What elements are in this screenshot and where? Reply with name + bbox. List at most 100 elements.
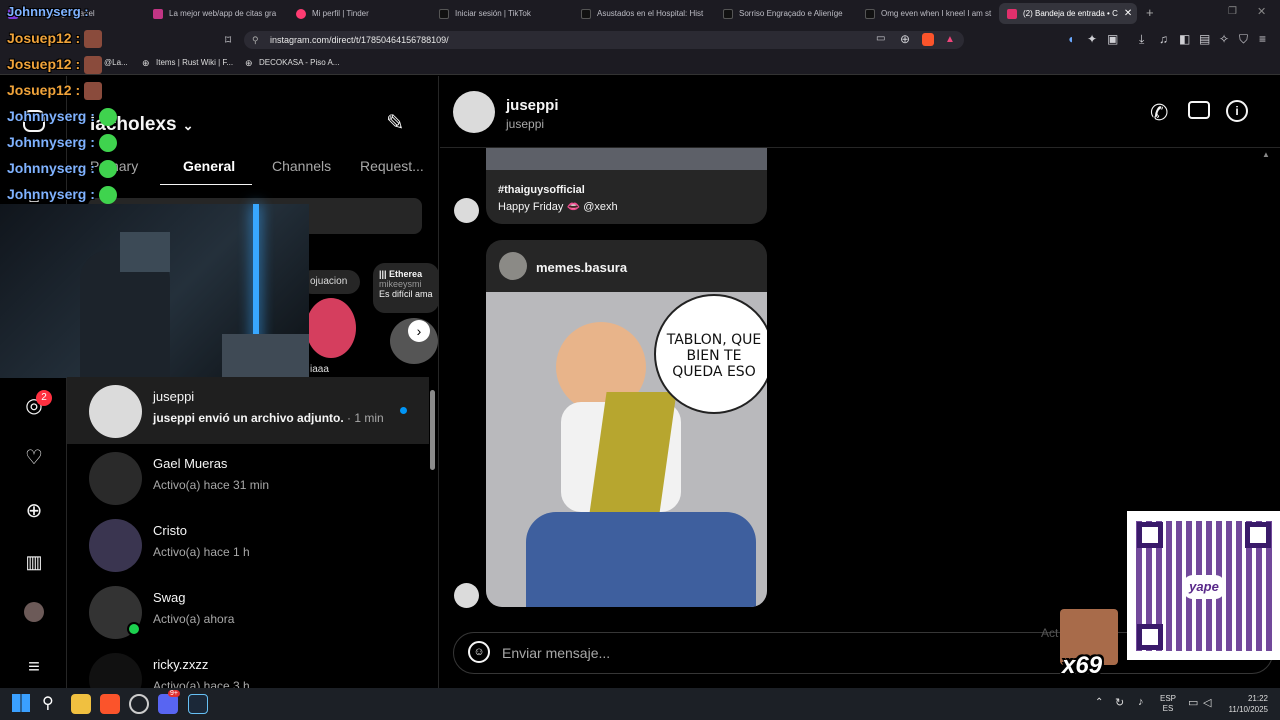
note-bubble[interactable]: ||| Etherea mikeeysmi Es difícil ama bbox=[373, 263, 439, 313]
browser-tab[interactable]: Mi perfil | Tinder bbox=[288, 3, 428, 24]
browser-tab[interactable]: Asustados en el Hospital: Hist bbox=[573, 3, 713, 24]
chat-avatar[interactable] bbox=[453, 91, 495, 133]
tab-underline bbox=[160, 184, 252, 185]
yape-logo: yape bbox=[1183, 575, 1225, 599]
url-bar[interactable]: ⚲ instagram.com/direct/t/1785046415678810… bbox=[244, 31, 964, 49]
heart-icon[interactable]: ♡ bbox=[22, 445, 46, 469]
tinder-icon bbox=[296, 8, 306, 19]
avatar bbox=[89, 519, 142, 572]
avatar bbox=[89, 452, 142, 505]
conversation-row[interactable]: juseppi juseppi envió un archivo adjunto… bbox=[67, 377, 429, 444]
next-arrow-icon[interactable]: › bbox=[408, 320, 430, 342]
shared-post[interactable]: #thaiguysofficial Happy Friday 👄 @xexh bbox=[486, 148, 767, 224]
music-icon[interactable]: ♫ bbox=[1159, 32, 1168, 46]
language-indicator[interactable]: ESP ES bbox=[1160, 694, 1176, 714]
vpn-icon[interactable]: ⛉ bbox=[1239, 32, 1248, 47]
clock[interactable]: 21:22 11/10/2025 bbox=[1226, 693, 1268, 715]
discord-icon[interactable] bbox=[158, 694, 178, 714]
sync-icon[interactable]: ↻ bbox=[1115, 696, 1124, 709]
video-call-icon[interactable] bbox=[1188, 101, 1210, 119]
speech-bubble: TABLON, QUE BIEN TE QUEDA ESO bbox=[654, 294, 767, 414]
more-menu-icon[interactable]: ≡ bbox=[22, 655, 46, 679]
note-avatar[interactable] bbox=[306, 298, 356, 358]
site-info-icon[interactable]: ⚲ bbox=[252, 31, 259, 49]
meme-character-jeans bbox=[526, 512, 756, 607]
bookmark-item[interactable]: @La... bbox=[104, 58, 128, 67]
steam-icon[interactable] bbox=[188, 694, 208, 714]
avatar bbox=[89, 385, 142, 438]
obs-icon[interactable] bbox=[129, 694, 149, 714]
phone-icon[interactable]: ✆ bbox=[1150, 100, 1168, 126]
stream-chat-line: Johnnyserg : bbox=[7, 160, 117, 179]
restore-window-icon[interactable]: ❐ bbox=[1228, 6, 1237, 17]
emoji-icon[interactable]: ☺ bbox=[468, 641, 490, 663]
emote-icon bbox=[84, 56, 103, 75]
browser-tab[interactable]: Iniciar sesión | TikTok bbox=[431, 3, 571, 24]
shared-post[interactable]: memes.basura TABLON, QUE BIEN TE QUEDA E… bbox=[486, 240, 767, 607]
conversation-row[interactable]: Cristo Activo(a) hace 1 h bbox=[67, 511, 429, 578]
extension-icon[interactable]: ◖ bbox=[1067, 32, 1074, 46]
conversation-row[interactable]: ricky.zxzz Activo(a) hace 3 h bbox=[67, 645, 429, 688]
screenshot-icon[interactable]: ▣ bbox=[1107, 32, 1118, 46]
windows-start-icon[interactable] bbox=[12, 694, 30, 712]
bookmark-icon[interactable]: ⌑ bbox=[225, 33, 231, 47]
tray-chevron-icon[interactable]: ⌃ bbox=[1095, 697, 1103, 708]
emote-icon bbox=[84, 82, 103, 101]
bookmark-item[interactable]: Items | Rust Wiki | F... bbox=[156, 58, 233, 67]
puzzle-icon[interactable]: ✦ bbox=[1087, 32, 1097, 46]
tiktok-icon bbox=[439, 8, 449, 19]
microphone-icon[interactable]: ♪ bbox=[1138, 696, 1144, 708]
conversation-row[interactable]: Swag Activo(a) ahora bbox=[67, 578, 429, 645]
leo-icon[interactable]: ✧ bbox=[1219, 32, 1229, 46]
wallet-icon[interactable]: ▤ bbox=[1199, 32, 1210, 46]
bookmark-item[interactable]: DECOKASA - Piso A... bbox=[259, 58, 339, 67]
download-icon[interactable]: ⤓ bbox=[1139, 32, 1144, 47]
close-window-icon[interactable]: ✕ bbox=[1257, 5, 1266, 18]
network-icon[interactable]: ▭ bbox=[1188, 696, 1198, 709]
file-explorer-icon[interactable] bbox=[71, 694, 91, 714]
qr-finder bbox=[1245, 522, 1271, 548]
new-tab-icon[interactable]: + bbox=[1146, 5, 1154, 20]
browser-tab-active[interactable]: (2) Bandeja de entrada • C ✕ bbox=[999, 3, 1137, 24]
tab-channels[interactable]: Channels bbox=[272, 158, 331, 174]
meme-image: TABLON, QUE BIEN TE QUEDA ESO bbox=[486, 292, 767, 607]
emote-icon bbox=[98, 108, 117, 127]
new-message-icon[interactable]: ✎ bbox=[386, 110, 404, 136]
instagram-icon bbox=[1007, 8, 1017, 19]
close-tab-icon[interactable]: ✕ bbox=[1124, 8, 1132, 19]
unread-dot bbox=[400, 407, 407, 414]
discord-badge: 9+ bbox=[168, 690, 180, 697]
tab-requests[interactable]: Request... bbox=[360, 158, 424, 174]
qr-finder bbox=[1137, 522, 1163, 548]
chevron-down-icon: ⌄ bbox=[182, 118, 194, 133]
browser-tab[interactable]: Omg even when I kneel I am st bbox=[857, 3, 997, 24]
browser-tab[interactable]: Sorriso Engraçado e Alieníge bbox=[715, 3, 855, 24]
brave-rewards-icon[interactable]: ▲ bbox=[945, 34, 955, 45]
tab-general[interactable]: General bbox=[183, 158, 235, 174]
profile-avatar[interactable] bbox=[24, 602, 44, 622]
brave-shields-icon[interactable] bbox=[922, 33, 934, 46]
active-status-dot bbox=[127, 622, 141, 636]
browser-tab[interactable]: La mejor web/app de citas gra bbox=[145, 3, 283, 24]
conversation-row[interactable]: Gael Mueras Activo(a) hace 31 min bbox=[67, 444, 429, 511]
info-icon[interactable]: i bbox=[1226, 100, 1248, 122]
menu-icon[interactable]: ≡ bbox=[1259, 32, 1266, 46]
create-icon[interactable]: ⊕ bbox=[22, 498, 46, 522]
note-bubble[interactable]: ojuacion bbox=[300, 270, 360, 294]
stream-chat-line: Johnnyserg : bbox=[7, 186, 117, 205]
inbox-scrollbar[interactable] bbox=[430, 390, 435, 470]
sender-avatar bbox=[454, 198, 479, 223]
search-icon[interactable]: ⚲ bbox=[42, 693, 54, 713]
emote-icon bbox=[84, 30, 103, 49]
volume-icon[interactable]: ◁ bbox=[1203, 696, 1211, 709]
stream-chat-line: Johnnyserg : bbox=[7, 4, 89, 19]
sidebar-toggle-icon[interactable]: ◧ bbox=[1179, 32, 1190, 46]
chat-title[interactable]: juseppi bbox=[506, 97, 559, 114]
webcam-overlay bbox=[0, 204, 309, 378]
zoom-icon[interactable]: ⊕ bbox=[900, 32, 910, 46]
desk bbox=[222, 334, 309, 378]
emote-icon bbox=[98, 160, 117, 179]
cast-icon[interactable]: ▭ bbox=[876, 33, 885, 44]
dashboard-icon[interactable]: ▥ bbox=[22, 550, 46, 574]
brave-icon[interactable] bbox=[100, 694, 120, 714]
